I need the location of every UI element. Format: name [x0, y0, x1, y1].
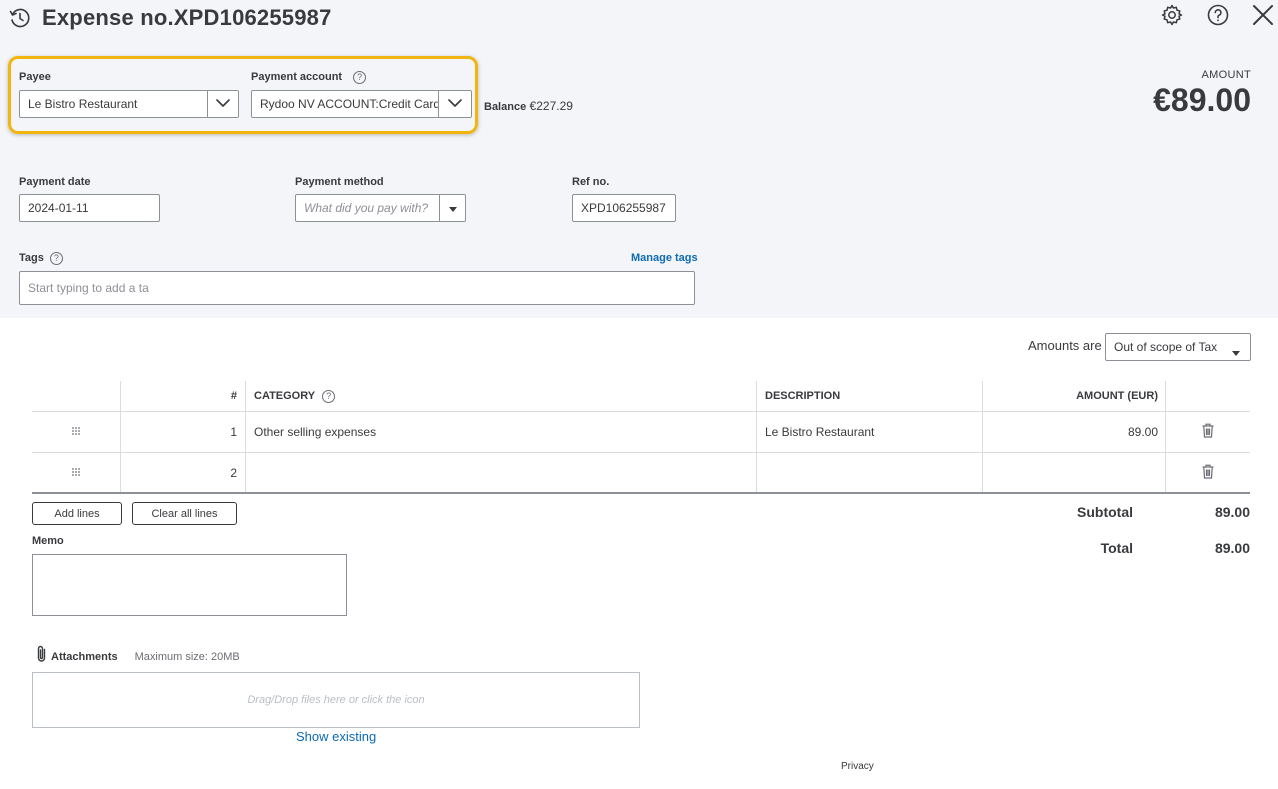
delete-row-button[interactable]: [1165, 453, 1250, 492]
tags-input[interactable]: Start typing to add a ta: [19, 271, 695, 305]
payment-account-dropdown-button[interactable]: [438, 91, 471, 117]
amounts-are-label: Amounts are: [1028, 338, 1102, 353]
delete-column-header: [1165, 381, 1250, 411]
payee-value: Le Bistro Restaurant: [28, 97, 138, 111]
add-lines-button[interactable]: Add lines: [32, 502, 122, 525]
payment-account-label-text: Payment account: [251, 71, 343, 83]
payment-account-label: Payment account ?: [251, 71, 367, 84]
chevron-down-icon: [216, 97, 230, 111]
show-existing-link[interactable]: Show existing: [296, 729, 376, 744]
ref-no-label: Ref no.: [572, 176, 610, 188]
subtotal-value: 89.00: [1214, 504, 1250, 520]
row-number: 1: [120, 412, 245, 452]
privacy-link[interactable]: Privacy: [841, 761, 874, 772]
help-icon[interactable]: ?: [322, 389, 336, 403]
recent-history-icon[interactable]: [8, 6, 32, 30]
drag-grip-icon: [71, 466, 81, 480]
payment-account-combobox[interactable]: Rydoo NV ACCOUNT:Credit Card: [251, 90, 472, 118]
trash-icon: [1202, 464, 1214, 482]
account-balance: Balance €227.29: [484, 99, 573, 113]
amounts-are-value: Out of scope of Tax: [1114, 340, 1218, 354]
help-icon[interactable]: ?: [49, 252, 63, 265]
category-column-header: CATEGORY ?: [245, 381, 756, 411]
memo-label: Memo: [32, 535, 64, 547]
total-label: Total: [1100, 540, 1133, 556]
caret-down-icon: [1232, 345, 1240, 359]
payment-method-label: Payment method: [295, 176, 384, 188]
subtotal-label: Subtotal: [1077, 504, 1133, 520]
chevron-down-icon: [448, 97, 462, 111]
amount-value: €89.00: [1153, 82, 1251, 118]
balance-label: Balance: [484, 101, 527, 113]
tags-label-text: Tags: [19, 252, 44, 264]
row-amount[interactable]: [982, 453, 1166, 492]
payment-method-combobox[interactable]: What did you pay with?: [295, 194, 466, 222]
help-circle-icon: [1206, 3, 1230, 32]
payee-dropdown-button[interactable]: [207, 91, 238, 117]
row-description[interactable]: [756, 453, 983, 492]
payment-method-dropdown-button[interactable]: [439, 195, 465, 221]
attachments-max-size: Maximum size: 20MB: [134, 650, 240, 663]
ref-no-input[interactable]: XPD106255987: [572, 194, 676, 222]
attachments-label: Attachments: [51, 650, 118, 663]
drag-handle[interactable]: [32, 453, 120, 492]
total-value: 89.00: [1214, 540, 1250, 556]
attachments-header: Attachments Maximum size: 20MB: [35, 645, 240, 668]
caret-down-icon: [448, 201, 457, 215]
gear-icon: [1160, 3, 1184, 32]
description-column-header: DESCRIPTION: [756, 381, 983, 411]
paperclip-icon[interactable]: [35, 645, 48, 668]
drag-column-header: [32, 381, 120, 411]
row-description[interactable]: Le Bistro Restaurant: [756, 412, 983, 452]
payment-date-label: Payment date: [19, 176, 91, 188]
drag-handle[interactable]: [32, 412, 120, 452]
tags-placeholder: Start typing to add a ta: [28, 281, 149, 295]
help-icon[interactable]: ?: [353, 71, 367, 84]
help-button[interactable]: [1205, 4, 1231, 30]
row-number: 2: [120, 453, 245, 492]
table-header-row: # CATEGORY ? DESCRIPTION AMOUNT (EUR): [32, 381, 1250, 412]
ref-no-value: XPD106255987: [581, 201, 666, 215]
memo-textarea[interactable]: [32, 554, 347, 616]
page-title: Expense no.XPD106255987: [42, 5, 332, 30]
amounts-are-select[interactable]: Out of scope of Tax: [1105, 333, 1251, 361]
row-amount[interactable]: 89.00: [982, 412, 1166, 452]
table-row[interactable]: 2: [32, 453, 1250, 494]
close-button[interactable]: [1250, 4, 1276, 30]
drag-grip-icon: [71, 425, 81, 439]
payee-combobox[interactable]: Le Bistro Restaurant: [19, 90, 239, 118]
payment-account-value: Rydoo NV ACCOUNT:Credit Card: [260, 97, 441, 111]
delete-row-button[interactable]: [1165, 412, 1250, 452]
page-header: Expense no.XPD106255987: [0, 0, 1278, 40]
category-header-text: CATEGORY: [254, 390, 316, 402]
payment-date-value: 2024-01-11: [28, 201, 89, 215]
manage-tags-link[interactable]: Manage tags: [631, 252, 698, 264]
attachment-drop-zone[interactable]: Drag/Drop files here or click the icon: [32, 672, 640, 728]
tags-label: Tags ?: [19, 252, 63, 265]
num-column-header: #: [120, 381, 245, 411]
row-category[interactable]: Other selling expenses: [245, 412, 756, 452]
settings-button[interactable]: [1159, 4, 1185, 30]
payee-label: Payee: [19, 71, 51, 83]
trash-icon: [1202, 423, 1214, 441]
clear-all-lines-button[interactable]: Clear all lines: [132, 502, 237, 525]
payment-method-placeholder: What did you pay with?: [304, 201, 429, 215]
drop-zone-text: Drag/Drop files here or click the icon: [247, 694, 425, 706]
balance-value: €227.29: [529, 99, 573, 113]
amount-label: AMOUNT: [1201, 69, 1251, 81]
amount-column-header: AMOUNT (EUR): [982, 381, 1166, 411]
row-category[interactable]: [245, 453, 756, 492]
table-row[interactable]: 1 Other selling expenses Le Bistro Resta…: [32, 412, 1250, 453]
payment-date-input[interactable]: 2024-01-11: [19, 194, 160, 222]
close-icon: [1251, 3, 1275, 32]
